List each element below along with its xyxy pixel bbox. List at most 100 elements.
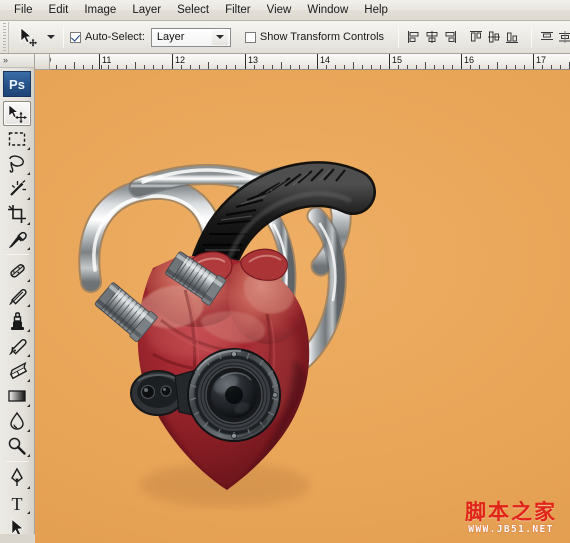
align-vertical-centers-icon [488, 31, 501, 43]
tool-flyout-triangle-icon[interactable] [27, 247, 30, 250]
tool-flyout-triangle-icon[interactable] [27, 404, 30, 407]
menu-filter[interactable]: Filter [217, 1, 259, 20]
options-separator-2 [398, 26, 400, 48]
align-top-edges-icon [470, 31, 483, 42]
options-separator-3 [531, 26, 533, 48]
tool-flyout-triangle-icon[interactable] [27, 486, 30, 489]
tool-flyout-triangle-icon[interactable] [27, 304, 30, 307]
lasso-tool-icon [9, 154, 24, 173]
tool-flyout-triangle-icon[interactable] [27, 197, 30, 200]
distribute-vertical-centers-button[interactable] [556, 27, 570, 47]
options-separator-1 [63, 26, 64, 48]
menu-image[interactable]: Image [76, 1, 124, 20]
ruler-minor-tick [144, 65, 145, 69]
align-bottom-edges-button[interactable] [503, 27, 521, 47]
ruler-minor-tick [425, 62, 426, 69]
tool-flyout-triangle-icon[interactable] [27, 511, 30, 514]
ruler-minor-tick [479, 65, 480, 69]
type-tool[interactable]: T [3, 490, 31, 515]
brush-tool[interactable] [3, 283, 31, 308]
auto-select-label: Auto-Select: [85, 30, 145, 43]
auto-select-checkbox[interactable] [70, 31, 81, 43]
double-chevron-right-icon: » [3, 55, 8, 65]
tool-flyout-triangle-icon[interactable] [27, 222, 30, 225]
menu-window[interactable]: Window [299, 1, 356, 20]
artwork-mechanical-heart[interactable] [35, 70, 570, 543]
ruler-major-tick [389, 54, 390, 69]
type-tool-icon: T [12, 494, 23, 514]
blur-tool[interactable] [3, 408, 31, 433]
ruler-major-tick [245, 54, 246, 69]
clone-stamp-tool[interactable] [3, 308, 31, 333]
tool-flyout-triangle-icon[interactable] [27, 147, 30, 150]
ruler-minor-tick [497, 62, 498, 69]
horizontal-ruler[interactable]: 10 11 12 13 14 15 16 17 [50, 54, 570, 70]
lasso-tool[interactable] [3, 151, 31, 176]
magic-wand-tool[interactable] [3, 176, 31, 201]
menu-edit[interactable]: Edit [41, 1, 77, 20]
ruler-minor-tick [74, 62, 75, 69]
ruler-minor-tick [65, 65, 66, 69]
tool-flyout-triangle-icon[interactable] [27, 329, 30, 332]
ruler-minor-tick [281, 62, 282, 69]
ruler-label: 10 [50, 55, 51, 65]
eraser-tool-icon [9, 361, 28, 379]
gradient-tool[interactable] [3, 383, 31, 408]
healing-brush-tool[interactable] [3, 258, 31, 283]
svg-text:T: T [12, 494, 23, 514]
ruler-major-tick [99, 54, 100, 69]
eraser-tool[interactable] [3, 358, 31, 383]
distribute-top-edges-button[interactable] [538, 27, 556, 47]
align-top-edges-button[interactable] [467, 27, 485, 47]
show-transform-controls-checkbox[interactable] [244, 31, 256, 43]
tool-flyout-triangle-icon[interactable] [27, 172, 30, 175]
tool-flyout-triangle-icon[interactable] [27, 379, 30, 382]
tool-flyout-triangle-icon[interactable] [27, 429, 30, 432]
eyedropper-tool[interactable] [3, 226, 31, 251]
menu-select[interactable]: Select [169, 1, 217, 20]
ruler-minor-tick [190, 65, 191, 69]
ruler-minor-tick [434, 65, 435, 69]
move-tool[interactable] [3, 101, 31, 126]
ruler-label: 16 [464, 55, 475, 65]
align-vertical-centers-button[interactable] [485, 27, 503, 47]
tool-flyout-triangle-icon[interactable] [27, 279, 30, 282]
menu-file[interactable]: File [6, 1, 41, 20]
ruler-minor-tick [117, 65, 118, 69]
tools-panel: » Ps T [0, 54, 35, 543]
tools-separator [5, 461, 29, 462]
tool-preset-dropdown[interactable] [45, 26, 57, 48]
ruler-minor-tick [551, 65, 552, 69]
ruler-label: 17 [536, 55, 547, 65]
pen-tool[interactable] [3, 465, 31, 490]
align-right-edges-button[interactable] [441, 27, 459, 47]
eyedropper-tool-icon [8, 231, 27, 248]
crop-tool[interactable] [3, 201, 31, 226]
ruler-minor-tick [299, 65, 300, 69]
align-horizontal-centers-button[interactable] [423, 27, 441, 47]
menu-layer[interactable]: Layer [124, 1, 169, 20]
ruler-minor-tick [272, 65, 273, 69]
ruler-minor-tick [108, 65, 109, 69]
rectangular-marquee-tool[interactable] [3, 126, 31, 151]
menu-help[interactable]: Help [356, 1, 396, 20]
options-bar: Auto-Select: Layer Show Transform Contro… [0, 21, 570, 54]
tools-panel-expand-button[interactable]: » [0, 54, 34, 68]
show-transform-controls-label: Show Transform Controls [259, 30, 385, 43]
tool-flyout-triangle-icon[interactable] [27, 454, 30, 457]
ruler-minor-tick [56, 65, 57, 69]
history-brush-tool[interactable] [3, 333, 31, 358]
align-left-edges-button[interactable] [405, 27, 423, 47]
ruler-minor-tick [335, 65, 336, 69]
document-canvas[interactable]: 脚本之家 WWW.JB51.NET [35, 70, 570, 543]
healing-brush-tool-icon [10, 263, 25, 278]
dodge-tool[interactable] [3, 433, 31, 458]
move-tool-icon [8, 103, 27, 123]
auto-select-scope-dropdown[interactable]: Layer [150, 27, 231, 47]
current-tool-icon[interactable] [15, 25, 45, 49]
tool-flyout-triangle-icon[interactable] [27, 354, 30, 357]
ruler-minor-tick [506, 65, 507, 69]
options-bar-drag-grip[interactable] [0, 21, 9, 53]
ruler-corner[interactable] [35, 54, 50, 70]
menu-view[interactable]: View [259, 1, 300, 20]
